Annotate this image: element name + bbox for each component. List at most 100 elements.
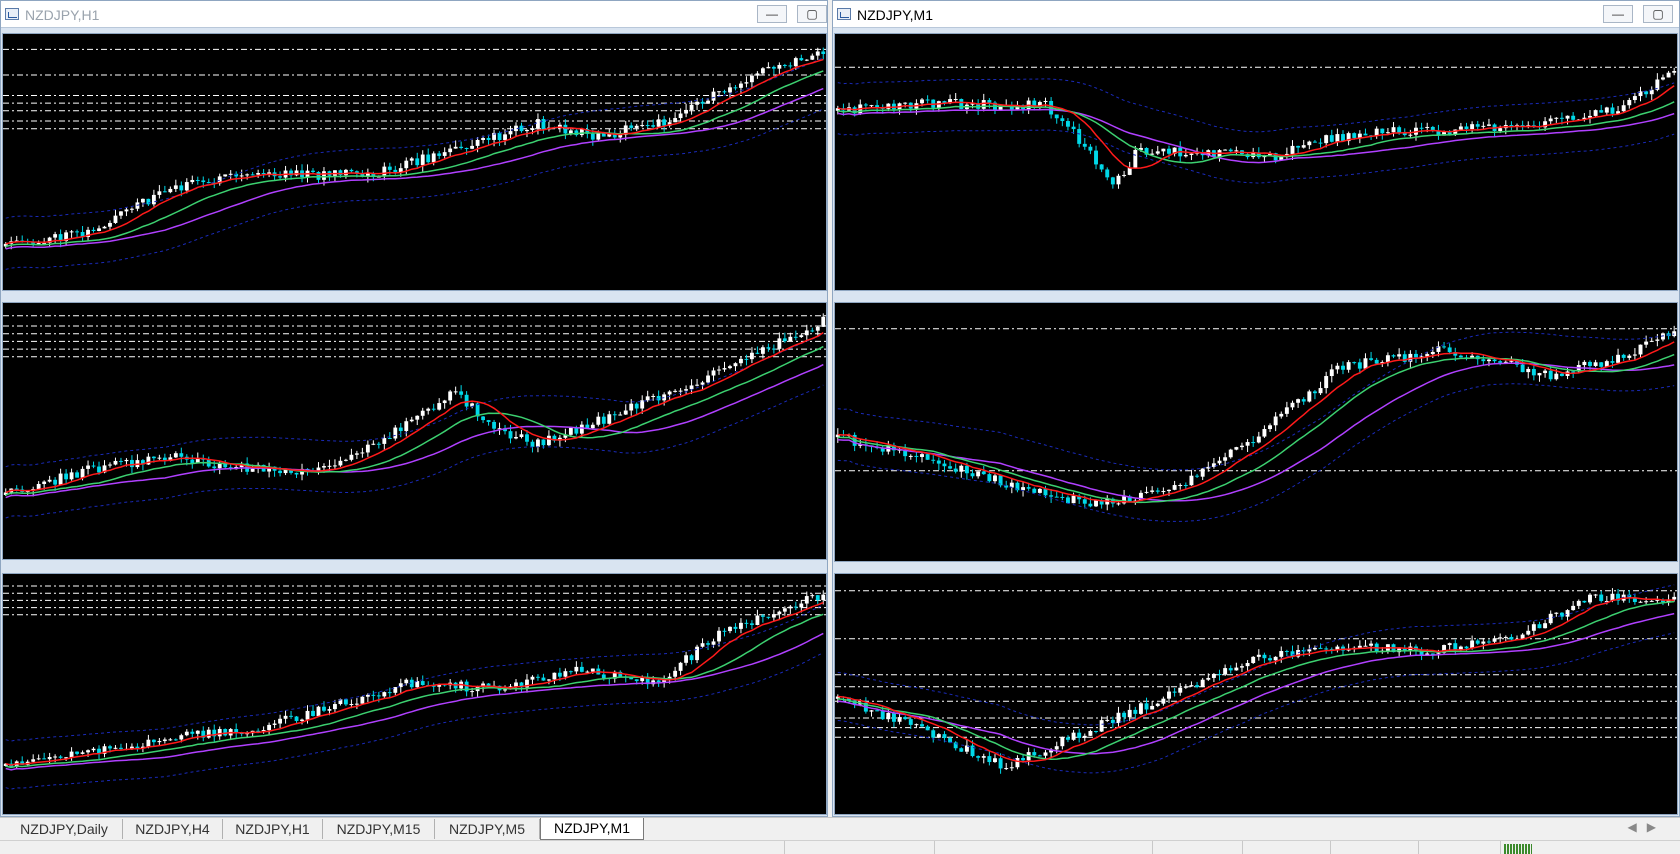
candle-body — [1082, 499, 1087, 504]
candle-body — [1357, 645, 1362, 648]
candle-body — [1442, 346, 1447, 348]
tab-scroll-arrows[interactable]: ◀▶ — [1628, 820, 1666, 834]
candle-body — [1301, 399, 1306, 402]
candle-body — [1324, 648, 1329, 650]
candle-body — [519, 125, 524, 132]
candle-body — [1498, 637, 1503, 639]
candle-body — [343, 169, 348, 176]
candle-body — [959, 748, 964, 752]
candle-body — [920, 454, 924, 457]
candle-body — [1211, 673, 1216, 678]
candle-body — [1661, 77, 1665, 80]
maximize-button[interactable]: ▢ — [797, 5, 827, 23]
candle-body — [908, 719, 913, 725]
candle-body — [1324, 135, 1329, 144]
candle-body — [536, 119, 540, 129]
candle-body — [755, 615, 760, 625]
candle-body — [728, 626, 732, 632]
candle-body — [365, 694, 370, 697]
candle-body — [525, 434, 529, 442]
candle-body — [1004, 768, 1009, 770]
candle-body — [914, 455, 919, 457]
candle-body — [574, 666, 579, 672]
candle-body — [1183, 485, 1188, 487]
candle-body — [119, 211, 123, 216]
candle-body — [590, 424, 595, 429]
candle-body — [1672, 71, 1677, 73]
candle-body — [294, 716, 299, 721]
tab-nzdjpy-h4[interactable]: NZDJPY,H4 — [123, 819, 223, 839]
candle-body — [563, 124, 568, 134]
candle-body — [1200, 679, 1205, 688]
tab-nzdjpy-h1[interactable]: NZDJPY,H1 — [223, 819, 323, 839]
candle-body — [1481, 359, 1486, 362]
tab-nzdjpy-m1[interactable]: NZDJPY,M1 — [540, 818, 644, 840]
candle-body — [1644, 341, 1649, 345]
candle-body — [623, 410, 628, 415]
price-chart — [835, 584, 1677, 774]
candle-body — [976, 756, 981, 758]
candle-body — [36, 483, 41, 490]
chart-pane-right-top[interactable] — [834, 33, 1678, 291]
candle-body — [793, 606, 798, 608]
candle-body — [728, 87, 732, 93]
candle-body — [1565, 115, 1570, 119]
candle-body — [722, 630, 727, 632]
candle-body — [190, 179, 195, 183]
candle-body — [1116, 712, 1121, 724]
candle-body — [689, 385, 694, 390]
candle-body — [80, 752, 85, 754]
chart-pane-right-middle[interactable] — [834, 302, 1678, 562]
window-titlebar[interactable]: NZDJPY,H1 — ▢ — [1, 1, 827, 28]
candle-body — [1077, 732, 1082, 738]
tab-nzdjpy-m5[interactable]: NZDJPY,M5 — [435, 819, 540, 839]
candle-body — [508, 131, 513, 135]
candle-body — [36, 758, 41, 760]
candle-body — [771, 66, 776, 69]
candle-body — [1060, 496, 1065, 498]
candle-body — [1391, 127, 1396, 133]
tab-scroll-left-icon[interactable]: ◀ — [1628, 820, 1647, 834]
maximize-button[interactable]: ▢ — [1643, 5, 1673, 23]
candle-body — [1357, 362, 1362, 369]
candle-body — [788, 606, 793, 609]
chart-pane-left-bottom[interactable] — [2, 573, 827, 815]
candle-body — [1054, 746, 1059, 750]
candle-body — [711, 370, 716, 376]
candle-body — [645, 396, 650, 401]
candle-body — [311, 710, 315, 716]
candle-body — [173, 739, 178, 741]
candle-body — [409, 158, 414, 161]
candle-body — [228, 173, 233, 175]
candle-body — [942, 463, 947, 467]
candle-body — [272, 723, 277, 725]
tab-scroll-right-icon[interactable]: ▶ — [1647, 820, 1666, 834]
candle-body — [124, 459, 129, 462]
chart-pane-left-top[interactable] — [2, 33, 827, 291]
candle-body — [1234, 447, 1239, 450]
chart-pane-left-middle[interactable] — [2, 302, 827, 560]
tab-nzdjpy-daily[interactable]: NZDJPY,Daily — [6, 819, 123, 839]
minimize-button[interactable]: — — [1603, 5, 1633, 23]
candle-body — [431, 408, 436, 410]
chart-pane-right-bottom[interactable] — [834, 573, 1678, 815]
candle-body — [1167, 691, 1171, 699]
minimize-button[interactable]: — — [757, 5, 787, 23]
candle-body — [267, 724, 272, 731]
moving-average-fast — [5, 601, 824, 766]
candle-body — [1318, 647, 1323, 649]
candle-body — [179, 735, 184, 740]
candle-body — [1060, 737, 1065, 747]
candle-body — [53, 234, 58, 238]
candle-body — [695, 646, 699, 661]
candle-body — [821, 316, 826, 327]
candle-body — [184, 182, 189, 191]
candle-body — [976, 471, 981, 477]
window-titlebar[interactable]: NZDJPY,M1 — ▢ — [833, 1, 1679, 28]
candle-body — [371, 694, 376, 696]
candle-body — [1088, 731, 1093, 736]
candle-body — [453, 146, 458, 149]
tab-nzdjpy-m15[interactable]: NZDJPY,M15 — [323, 819, 435, 839]
candle-body — [245, 174, 250, 176]
candle-body — [815, 51, 820, 56]
